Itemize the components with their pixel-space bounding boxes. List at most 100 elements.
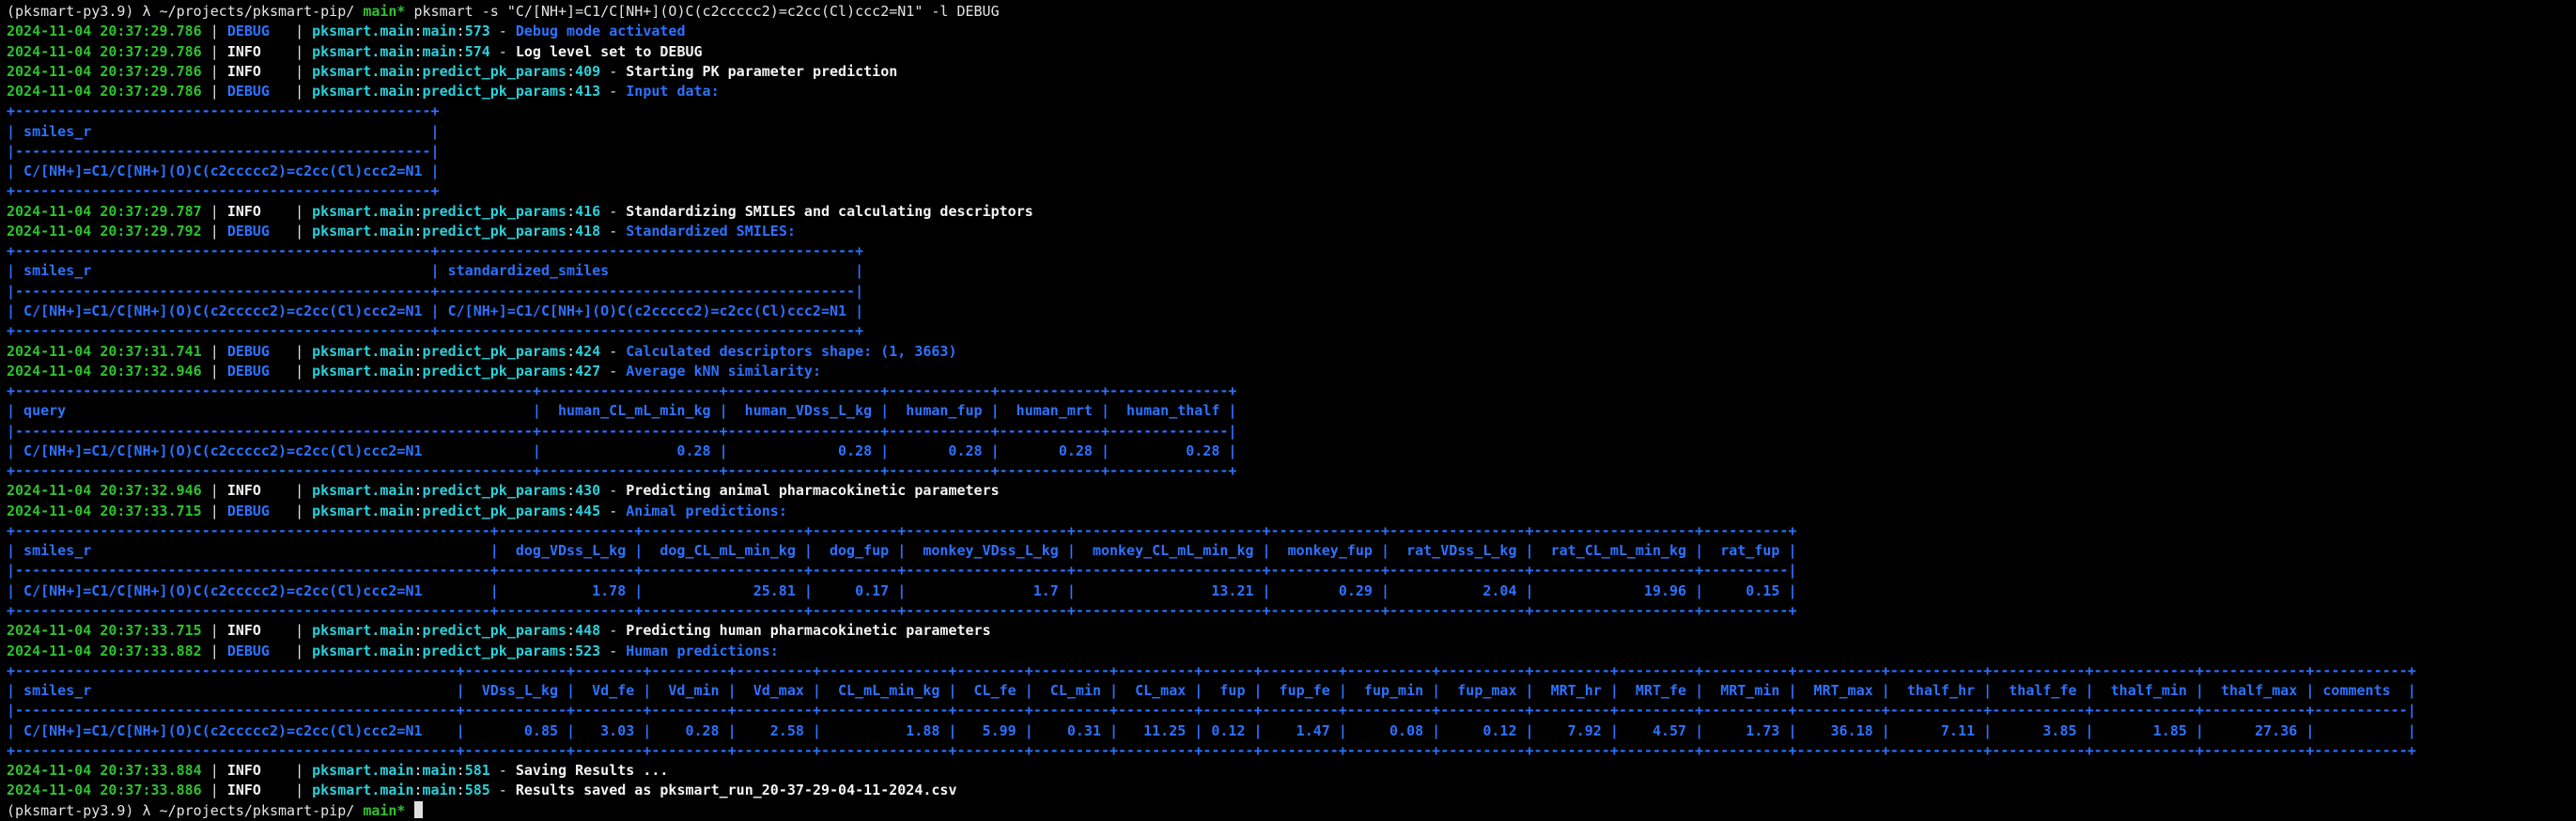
log-location: main: [422, 762, 457, 780]
log-timestamp: 2024-11-04 20:37:29.786: [7, 23, 202, 40]
table-animal-line: | C/[NH+]=C1/C[NH+](O)C(c2ccccc2)=c2cc(C…: [7, 581, 1797, 599]
terminal[interactable]: (pksmart-py3.9) λ ~/projects/pksmart-pip…: [0, 0, 2576, 821]
table-similarity-line: | C/[NH+]=C1/C[NH+](O)C(c2ccccc2)=c2cc(C…: [7, 441, 1237, 459]
table-similarity-line: +---------------------------------------…: [7, 462, 1237, 480]
log-location: 424: [575, 342, 601, 360]
log-level: DEBUG: [226, 502, 296, 519]
log-location: predict_pk_params: [422, 222, 567, 240]
terminal-cursor: [413, 800, 423, 818]
table-human-line: +---------------------------------------…: [7, 661, 2416, 679]
log-line: 2024-11-04 20:37:29.786 | INFO | pksmart…: [7, 42, 703, 60]
log-location: predict_pk_params: [422, 502, 567, 519]
table-input-line: +---------------------------------------…: [7, 102, 440, 120]
log-line: 2024-11-04 20:37:29.787 | INFO | pksmart…: [7, 202, 1033, 220]
log-line: 2024-11-04 20:37:29.786 | INFO | pksmart…: [7, 62, 898, 80]
log-location: pksmart.main: [312, 23, 414, 40]
table-standardized-line: |---------------------------------------…: [7, 282, 864, 300]
log-line: 2024-11-04 20:37:32.946 | INFO | pksmart…: [7, 482, 1000, 500]
log-line: 2024-11-04 20:37:29.786 | DEBUG | pksmar…: [7, 83, 720, 101]
log-message: Input data:: [626, 83, 720, 101]
log-location: main: [422, 23, 457, 40]
log-timestamp: 2024-11-04 20:37:33.882: [7, 642, 202, 659]
table-similarity-line: | query | human_CL_mL_min_kg | human_VDs…: [7, 402, 1237, 420]
log-location: predict_pk_params: [422, 622, 567, 640]
log-message: Animal predictions:: [626, 502, 787, 519]
log-level: DEBUG: [226, 642, 296, 659]
log-line: 2024-11-04 20:37:33.886 | INFO | pksmart…: [7, 782, 957, 799]
prompt-venv: (pksmart-py3.9) λ: [7, 3, 160, 20]
log-message: Calculated descriptors shape: (1, 3663): [626, 342, 957, 360]
log-timestamp: 2024-11-04 20:37:32.946: [7, 482, 202, 500]
log-location: predict_pk_params: [422, 83, 567, 101]
log-location: predict_pk_params: [422, 482, 567, 500]
log-message: Predicting human pharmacokinetic paramet…: [626, 622, 991, 640]
table-standardized-line: | smiles_r | standardized_smiles |: [7, 262, 864, 280]
log-timestamp: 2024-11-04 20:37:33.715: [7, 502, 202, 519]
log-level: INFO: [226, 482, 296, 500]
log-location: 418: [575, 222, 601, 240]
log-level: INFO: [226, 782, 296, 799]
table-animal-line: |---------------------------------------…: [7, 562, 1797, 580]
log-level: INFO: [226, 42, 296, 60]
log-location: pksmart.main: [312, 362, 414, 380]
log-timestamp: 2024-11-04 20:37:33.884: [7, 762, 202, 780]
log-level: DEBUG: [226, 342, 296, 360]
log-level: INFO: [226, 62, 296, 80]
log-location: predict_pk_params: [422, 342, 567, 360]
table-animal-line: +---------------------------------------…: [7, 601, 1797, 619]
log-location: pksmart.main: [312, 342, 414, 360]
log-line: 2024-11-04 20:37:29.792 | DEBUG | pksmar…: [7, 222, 796, 240]
log-location: main: [422, 42, 457, 60]
log-location: 430: [575, 482, 601, 500]
table-similarity-line: +---------------------------------------…: [7, 382, 1237, 400]
log-timestamp: 2024-11-04 20:37:32.946: [7, 362, 202, 380]
prompt-line: (pksmart-py3.9) λ ~/projects/pksmart-pip…: [7, 800, 2576, 821]
log-location: pksmart.main: [312, 202, 414, 220]
prompt-path: ~/projects/pksmart-pip/: [159, 3, 364, 20]
table-standardized-line: +---------------------------------------…: [7, 322, 864, 340]
log-location: 581: [464, 762, 490, 780]
log-message: Standardized SMILES:: [626, 222, 796, 240]
log-message: Average kNN similarity:: [626, 362, 821, 380]
log-message: Starting PK parameter prediction: [626, 62, 898, 80]
command-text: pksmart -s "C/[NH+]=C1/C[NH+](O)C(c2cccc…: [413, 3, 1000, 20]
log-location: 416: [575, 202, 601, 220]
prompt-line: (pksmart-py3.9) λ ~/projects/pksmart-pip…: [7, 2, 2576, 22]
log-message: Results saved as pksmart_run_20-37-29-04…: [515, 782, 957, 799]
log-message: Saving Results ...: [515, 762, 669, 780]
log-location: pksmart.main: [312, 83, 414, 101]
log-line: 2024-11-04 20:37:33.715 | DEBUG | pksmar…: [7, 502, 787, 519]
table-standardized-line: | C/[NH+]=C1/C[NH+](O)C(c2ccccc2)=c2cc(C…: [7, 302, 864, 319]
log-message: Log level set to DEBUG: [515, 42, 703, 60]
prompt-path: ~/projects/pksmart-pip/: [159, 801, 364, 819]
log-location: pksmart.main: [312, 502, 414, 519]
prompt-venv: (pksmart-py3.9) λ: [7, 801, 160, 819]
log-location: predict_pk_params: [422, 202, 567, 220]
log-location: pksmart.main: [312, 762, 414, 780]
log-timestamp: 2024-11-04 20:37:29.787: [7, 202, 202, 220]
table-standardized-line: +---------------------------------------…: [7, 242, 864, 260]
log-message: Standardizing SMILES and calculating des…: [626, 202, 1033, 220]
table-input-line: | C/[NH+]=C1/C[NH+](O)C(c2ccccc2)=c2cc(C…: [7, 163, 440, 180]
table-human-line: | smiles_r | VDss_L_kg | Vd_fe | Vd_min …: [7, 682, 2416, 700]
log-location: pksmart.main: [312, 482, 414, 500]
log-timestamp: 2024-11-04 20:37:29.786: [7, 83, 202, 101]
log-message: Human predictions:: [626, 642, 779, 659]
log-location: predict_pk_params: [422, 362, 567, 380]
log-location: 573: [464, 23, 490, 40]
log-timestamp: 2024-11-04 20:37:33.886: [7, 782, 202, 799]
log-line: 2024-11-04 20:37:33.715 | INFO | pksmart…: [7, 622, 991, 640]
log-line: 2024-11-04 20:37:29.786 | DEBUG | pksmar…: [7, 23, 686, 40]
log-location: 445: [575, 502, 601, 519]
log-line: 2024-11-04 20:37:33.882 | DEBUG | pksmar…: [7, 642, 779, 659]
log-location: 523: [575, 642, 601, 659]
log-location: 448: [575, 622, 601, 640]
log-location: predict_pk_params: [422, 642, 567, 659]
log-location: pksmart.main: [312, 622, 414, 640]
log-level: INFO: [226, 622, 296, 640]
log-location: 585: [464, 782, 490, 799]
log-level: DEBUG: [226, 222, 296, 240]
log-location: 409: [575, 62, 601, 80]
table-similarity-line: |---------------------------------------…: [7, 422, 1237, 440]
log-message: Predicting animal pharmacokinetic parame…: [626, 482, 1000, 500]
